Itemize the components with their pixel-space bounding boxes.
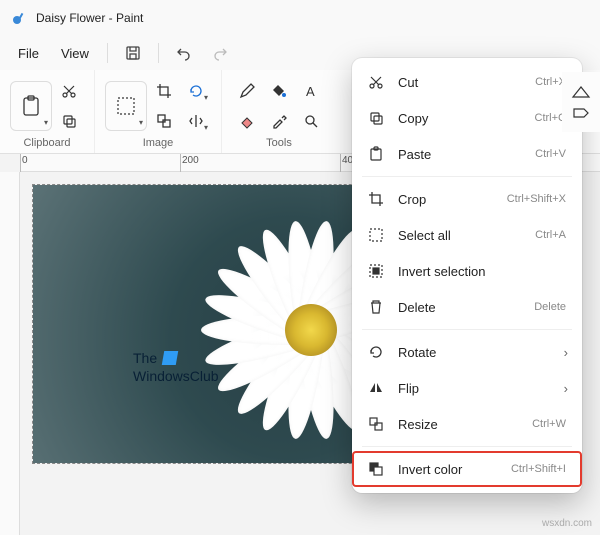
- context-menu-label: Cut: [398, 75, 521, 90]
- context-menu-label: Invert selection: [398, 264, 566, 279]
- paste-button[interactable]: ▾: [10, 81, 52, 131]
- context-menu-label: Rotate: [398, 345, 566, 360]
- invcolor-icon: [368, 461, 384, 477]
- context-menu-shortcut: Delete: [534, 301, 566, 313]
- context-menu-item-invsel[interactable]: Invert selection: [352, 253, 582, 289]
- rotate-icon: [368, 344, 384, 360]
- cut-button[interactable]: [54, 77, 84, 105]
- context-menu-item-selectall[interactable]: Select all Ctrl+A: [352, 217, 582, 253]
- group-label-clipboard: Clipboard: [23, 137, 70, 151]
- menu-file[interactable]: File: [8, 40, 49, 67]
- invsel-icon: [368, 263, 384, 279]
- ruler-vertical: [0, 172, 20, 535]
- copy-icon: [368, 110, 384, 126]
- save-button[interactable]: [116, 39, 150, 67]
- context-menu-label: Delete: [398, 300, 520, 315]
- eraser-tool[interactable]: [232, 107, 262, 135]
- paste-icon: [368, 146, 384, 162]
- context-menu: CutCtrl+XCopyCtrl+C Paste Ctrl+V Crop Ctrl+S…: [352, 58, 582, 493]
- ribbon-group-image: ▾ ▾ ▾ Image: [95, 70, 222, 153]
- selectall-icon: [368, 227, 384, 243]
- context-menu-label: Invert color: [398, 462, 497, 477]
- fill-tool[interactable]: [264, 77, 294, 105]
- page-watermark: wsxdn.com: [542, 518, 592, 529]
- context-menu-shortcut: Ctrl+Shift+I: [511, 463, 566, 475]
- context-menu-label: Select all: [398, 228, 521, 243]
- context-menu-item-rotate[interactable]: Rotate: [352, 334, 582, 370]
- menu-view[interactable]: View: [51, 40, 99, 67]
- window-title: Daisy Flower - Paint: [36, 11, 143, 25]
- zoom-tool[interactable]: [296, 107, 326, 135]
- watermark-logo: The WindowsClub: [133, 350, 219, 385]
- triangle-shape-icon[interactable]: [571, 85, 591, 99]
- cut-icon: [368, 74, 384, 90]
- resize-button[interactable]: [149, 107, 179, 135]
- context-menu-label: Flip: [398, 381, 566, 396]
- picker-tool[interactable]: [264, 107, 294, 135]
- context-menu-label: Resize: [398, 417, 518, 432]
- text-tool[interactable]: A: [296, 77, 326, 105]
- menu-separator: [158, 43, 159, 63]
- ribbon-group-clipboard: ▾ Clipboard: [0, 70, 95, 153]
- svg-text:A: A: [306, 84, 315, 99]
- title-bar: Daisy Flower - Paint: [0, 0, 600, 36]
- context-menu-item-crop[interactable]: Crop Ctrl+Shift+X: [352, 181, 582, 217]
- context-menu-item-delete[interactable]: Delete Delete: [352, 289, 582, 325]
- group-label-tools: Tools: [266, 137, 292, 151]
- logo-square-icon: [162, 351, 178, 365]
- pentagon-shape-icon[interactable]: [571, 105, 591, 119]
- context-menu-label: Paste: [398, 147, 521, 162]
- resize-icon: [368, 416, 384, 432]
- flip-icon: [368, 380, 384, 396]
- context-menu-separator: [362, 176, 572, 177]
- undo-button[interactable]: [167, 39, 201, 67]
- select-button[interactable]: ▾: [105, 81, 147, 131]
- context-menu-separator: [362, 446, 572, 447]
- context-menu-shortcut: Ctrl+A: [535, 229, 566, 241]
- context-menu-separator: [362, 329, 572, 330]
- ribbon-group-tools: A Tools: [222, 70, 336, 153]
- group-label-image: Image: [143, 137, 174, 151]
- context-menu-label: Copy: [398, 111, 521, 126]
- menu-separator: [107, 43, 108, 63]
- context-menu-item-copy[interactable]: CopyCtrl+C: [352, 100, 582, 136]
- context-menu-item-cut[interactable]: CutCtrl+X: [352, 64, 582, 100]
- context-menu-shortcut: Ctrl+V: [535, 148, 566, 160]
- shapes-panel-partial: [562, 72, 600, 132]
- crop-icon: [368, 191, 384, 207]
- rotate-button[interactable]: ▾: [181, 77, 211, 105]
- app-icon: [12, 10, 28, 26]
- context-menu-item-flip[interactable]: Flip: [352, 370, 582, 406]
- context-menu-shortcut: Ctrl+Shift+X: [507, 193, 566, 205]
- flip-button[interactable]: ▾: [181, 107, 211, 135]
- redo-button[interactable]: [203, 39, 237, 67]
- context-menu-item-invcolor[interactable]: Invert color Ctrl+Shift+I: [352, 451, 582, 487]
- copy-button[interactable]: [54, 107, 84, 135]
- canvas[interactable]: The WindowsClub: [33, 185, 401, 463]
- context-menu-item-paste[interactable]: Paste Ctrl+V: [352, 136, 582, 172]
- crop-button[interactable]: [149, 77, 179, 105]
- pencil-tool[interactable]: [232, 77, 262, 105]
- context-menu-shortcut: Ctrl+W: [532, 418, 566, 430]
- selection-marquee[interactable]: The WindowsClub: [32, 184, 402, 464]
- context-menu-label: Crop: [398, 192, 493, 207]
- delete-icon: [368, 299, 384, 315]
- context-menu-item-resize[interactable]: Resize Ctrl+W: [352, 406, 582, 442]
